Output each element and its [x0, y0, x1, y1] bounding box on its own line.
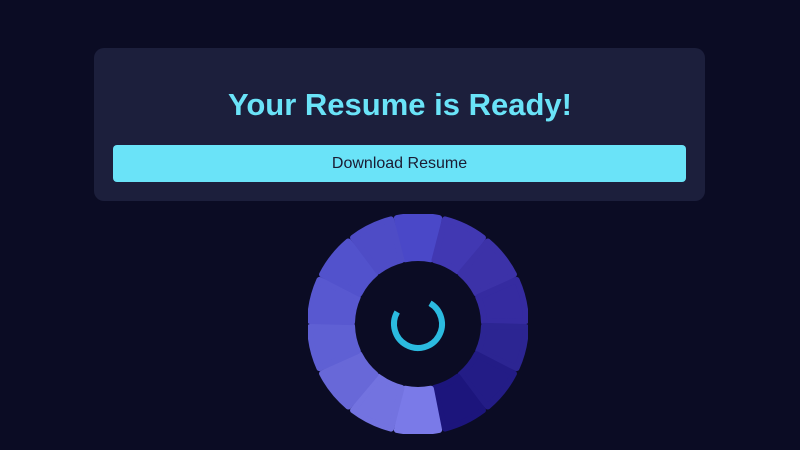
- loader-segment: [393, 385, 443, 434]
- loader-segment: [393, 214, 443, 263]
- spinner-arc-icon: [391, 300, 445, 351]
- loading-spinner: [308, 214, 528, 434]
- download-resume-button[interactable]: Download Resume: [113, 145, 686, 182]
- page-title: Your Resume is Ready!: [228, 87, 572, 122]
